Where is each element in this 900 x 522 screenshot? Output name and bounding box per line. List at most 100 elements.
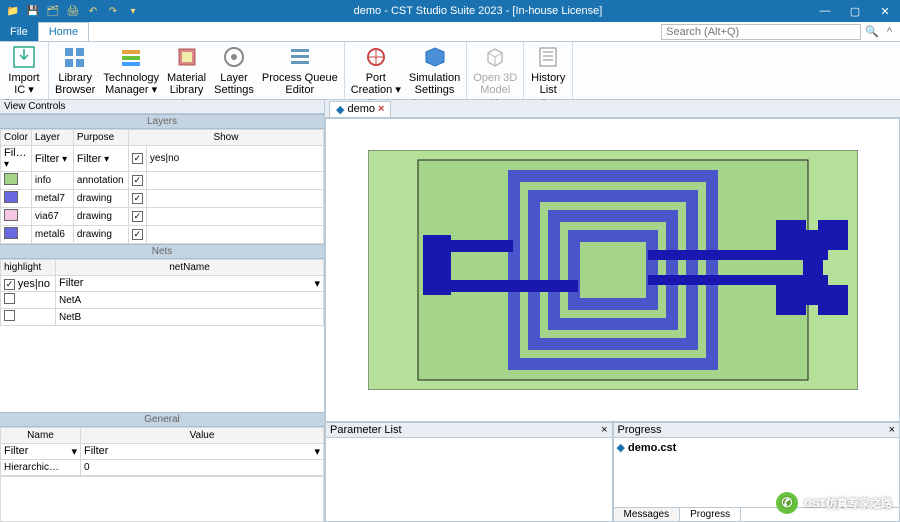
import-ic-button[interactable]: Import IC ▾ [2,42,46,98]
print-icon[interactable]: 🖨 [66,4,80,18]
progress-close-icon[interactable]: × [889,424,895,436]
col-netname[interactable]: netName [56,260,324,276]
layer-row-info: info annotation ✓ [1,172,324,190]
queue-label: Process Queue Editor [262,72,338,96]
file-tab[interactable]: File [0,22,38,41]
filter-color[interactable]: Fil…▾ [1,146,32,172]
progress-tab[interactable]: Progress [680,508,741,521]
import-icon [11,44,37,70]
saveall-icon[interactable]: 🗂 [46,4,60,18]
layout-canvas[interactable] [325,118,900,422]
redo-icon[interactable]: ↷ [106,4,120,18]
parameter-list-panel: Parameter List × [325,422,613,522]
material-label: Material Library [167,72,206,96]
col-layer[interactable]: Layer [31,130,73,146]
window-controls: — ▢ ✕ [810,0,900,22]
layer-settings-button[interactable]: Layer Settings [210,42,258,98]
ribbon-collapse-icon[interactable]: ^ [883,26,896,38]
nets-table: highlight netName ✓ yes|no Filter ▾ NetA… [0,259,324,326]
minimize-button[interactable]: — [810,0,840,22]
ribbon-group-simulation: Port Creation ▾ Simulation Settings Simu… [345,42,468,99]
port-icon [363,44,389,70]
general-table: Name Value Filter ▾ Filter ▾ Hierarchic…… [0,427,324,476]
view-controls-panel: View Controls Layers Color Layer Purpose… [0,100,325,522]
cst-file-icon: ◆ [617,442,625,454]
col-purpose[interactable]: Purpose [73,130,128,146]
layer-icon [221,44,247,70]
filter-purpose[interactable]: Filter ▾ [73,146,128,172]
net-row-b: NetB [1,309,324,326]
maximize-button[interactable]: ▢ [840,0,870,22]
tab-demo[interactable]: ◆ demo × [329,101,391,117]
history-label: History List [531,72,565,96]
sim-label: Simulation Settings [409,72,460,96]
right-panel: ◆ demo × [325,100,900,522]
import-label: Import IC ▾ [8,72,39,96]
param-body [326,438,612,521]
tab-close-icon[interactable]: × [378,103,384,115]
queue-icon [287,44,313,70]
menu-bar: File Home 🔍 ^ [0,22,900,42]
ribbon-group-exchange: Import IC ▾ Exchange [0,42,49,99]
general-row: Hierarchic… 0 [1,460,324,476]
save-icon[interactable]: 💾 [26,4,40,18]
filter-value[interactable]: Filter ▾ [81,444,324,460]
simulation-settings-button[interactable]: Simulation Settings [405,42,464,98]
ribbon-group-3d: Open 3D Model 3D [467,42,524,99]
ribbon-group-edit: History List Edit [524,42,573,99]
filter-show-check[interactable]: ✓ [128,146,146,172]
quick-access: 📁 💾 🗂 🖨 ↶ ↷ ▾ [0,4,146,18]
title-bar: 📁 💾 🗂 🖨 ↶ ↷ ▾ demo - CST Studio Suite 20… [0,0,900,22]
col-show[interactable]: Show [128,130,323,146]
general-section-header: General [0,412,324,427]
progress-tabs: Messages Progress [614,507,900,521]
close-button[interactable]: ✕ [870,0,900,22]
layer-label: Layer Settings [214,72,254,96]
process-queue-button[interactable]: Process Queue Editor [258,42,342,98]
ribbon-group-settings: Library Browser Technology Manager ▾ Mat… [49,42,345,99]
param-close-icon[interactable]: × [601,424,607,436]
search-icon[interactable]: 🔍 [861,25,883,38]
undo-icon[interactable]: ↶ [86,4,100,18]
home-tab[interactable]: Home [38,22,89,41]
view-controls-header: View Controls [0,100,324,114]
nets-section-header: Nets [0,244,324,259]
bottom-panels: Parameter List × Progress × ◆ demo.cst M… [325,422,900,522]
search-box: 🔍 ^ [661,22,900,41]
content-area: View Controls Layers Color Layer Purpose… [0,100,900,522]
search-input[interactable] [661,24,861,40]
filter-netname[interactable]: Filter ▾ [56,276,324,292]
cube-icon [482,44,508,70]
tech-label: Technology Manager ▾ [103,72,159,96]
layers-section-header: Layers [0,114,324,129]
col-color[interactable]: Color [1,130,32,146]
sim-icon [422,44,448,70]
library-browser-button[interactable]: Library Browser [51,42,99,98]
tech-icon [118,44,144,70]
filter-name[interactable]: Filter ▾ [1,444,81,460]
document-tab-bar: ◆ demo × [325,100,900,118]
messages-tab[interactable]: Messages [614,508,681,521]
folder-icon[interactable]: 📁 [6,4,20,18]
filter-highlight[interactable]: ✓ yes|no [1,276,56,292]
col-value[interactable]: Value [81,428,324,444]
layer-row-metal7: metal7 drawing ✓ [1,190,324,208]
library-label: Library Browser [55,72,95,96]
layer-row-via67: via67 drawing ✓ [1,208,324,226]
filter-layer[interactable]: Filter ▾ [31,146,73,172]
technology-manager-button[interactable]: Technology Manager ▾ [99,42,163,98]
filter-show-yesno[interactable]: yes|no [146,146,323,172]
progress-header: Progress [618,424,662,436]
col-name[interactable]: Name [1,428,81,444]
col-highlight[interactable]: highlight [1,260,56,276]
material-library-button[interactable]: Material Library [163,42,210,98]
progress-file: demo.cst [628,442,676,454]
qat-dropdown-icon[interactable]: ▾ [126,4,140,18]
port-creation-button[interactable]: Port Creation ▾ [347,42,405,98]
open-3d-button[interactable]: Open 3D Model [469,42,521,98]
history-icon [535,44,561,70]
window-title: demo - CST Studio Suite 2023 - [In-house… [146,5,810,17]
net-row-a: NetA [1,292,324,309]
ribbon: Import IC ▾ Exchange Library Browser Tec… [0,42,900,100]
history-list-button[interactable]: History List [526,42,570,98]
